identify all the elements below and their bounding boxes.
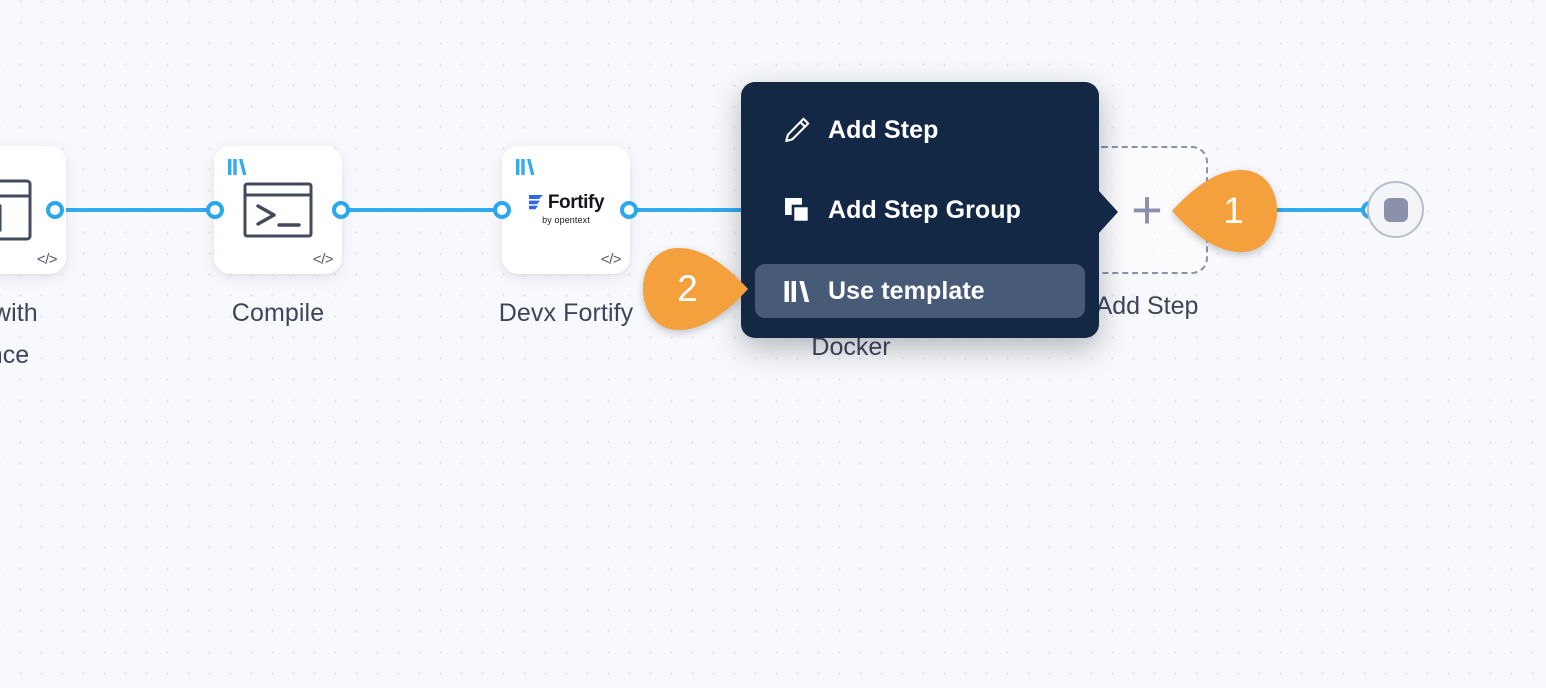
port-in-fortify[interactable] — [493, 201, 511, 219]
port-out-partial[interactable] — [46, 201, 64, 219]
port-in-compile[interactable] — [206, 201, 224, 219]
menu-item-add-step-group[interactable]: Add Step Group — [755, 183, 1085, 237]
node-label-add-step: Add Step — [1095, 292, 1199, 320]
fortify-wordmark: Fortify — [547, 191, 605, 213]
stacked-squares-icon — [781, 194, 813, 226]
menu-item-label: Use template — [828, 276, 985, 305]
menu-item-use-template[interactable]: Use template — [755, 264, 1085, 318]
port-out-fortify[interactable] — [620, 201, 638, 219]
end-node-square-icon — [1383, 197, 1408, 222]
port-out-compile[interactable] — [332, 201, 350, 219]
node-label-compile: Compile — [231, 299, 325, 327]
pipeline-end-node[interactable] — [1367, 181, 1424, 238]
node-card-compile[interactable]: </> — [214, 146, 342, 274]
node-card-devx-fortify[interactable]: Fortify by opentext </> — [502, 146, 630, 274]
code-badge: </> — [312, 251, 334, 268]
step-marker-number: 2 — [677, 268, 698, 309]
step-marker-number: 1 — [1223, 190, 1244, 231]
menu-item-add-step[interactable]: Add Step — [755, 103, 1085, 157]
plus-icon: + — [1131, 180, 1163, 240]
pencil-icon — [781, 114, 813, 146]
fortify-subtitle: by opentext — [542, 214, 590, 225]
context-menu[interactable]: Add Step Add Step Group Use template — [741, 82, 1118, 338]
context-menu-pointer — [1098, 190, 1118, 234]
menu-item-label: Add Step Group — [828, 195, 1022, 224]
menu-item-label: Add Step — [828, 115, 939, 144]
code-badge: </> — [36, 251, 58, 268]
node-label-devx-fortify: Devx Fortify — [498, 299, 634, 327]
node-label-partial: ts with ence — [0, 299, 38, 369]
step-marker-1: 1 — [1172, 170, 1277, 252]
step-marker-2: 2 — [643, 248, 748, 330]
code-badge: </> — [600, 251, 622, 268]
edge-partial-to-compile — [58, 208, 218, 212]
template-books-icon — [781, 275, 813, 307]
pipeline-canvas[interactable]: </> ts with ence </> Compile — [0, 0, 1546, 688]
edge-compile-to-fortify — [344, 208, 504, 212]
